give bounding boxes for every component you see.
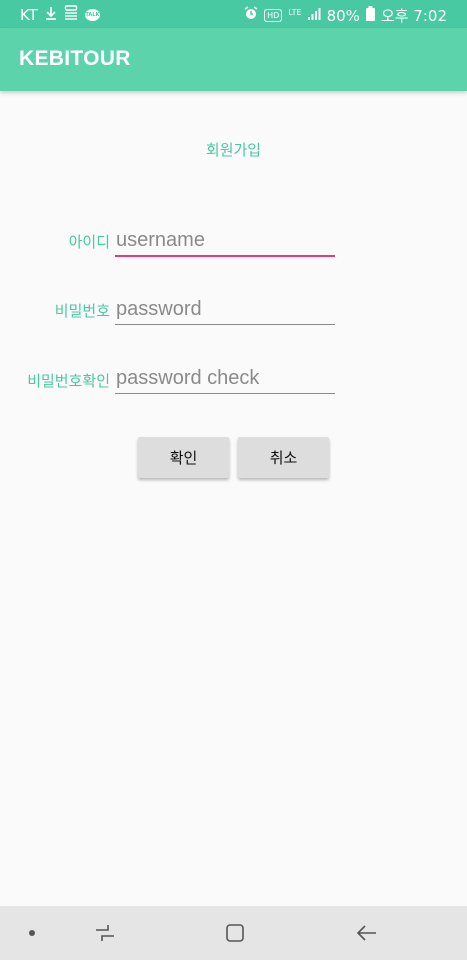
battery-percent: 80% bbox=[326, 6, 360, 25]
carrier-label: KT bbox=[20, 6, 38, 24]
alarm-icon bbox=[244, 6, 258, 25]
recent-apps-icon[interactable] bbox=[80, 906, 130, 960]
password-input[interactable] bbox=[115, 294, 335, 325]
username-input[interactable] bbox=[115, 225, 335, 257]
notification-stack-icon bbox=[64, 5, 78, 25]
home-icon[interactable] bbox=[210, 906, 260, 960]
back-icon[interactable] bbox=[342, 906, 392, 960]
talk-badge-label: TALK bbox=[85, 12, 100, 18]
app-title: KEBITOUR bbox=[19, 47, 131, 70]
clock: 오후 7:02 bbox=[380, 7, 447, 25]
network-label: LTE bbox=[288, 8, 302, 17]
signal-icon bbox=[307, 7, 321, 25]
battery-icon bbox=[365, 5, 375, 26]
password-label: 비밀번호 bbox=[54, 302, 110, 320]
app-bar: KEBITOUR bbox=[0, 28, 467, 91]
dot-icon[interactable] bbox=[22, 906, 42, 960]
page-title: 회원가입 bbox=[205, 141, 262, 159]
hd-voice-icon: HD bbox=[264, 9, 283, 22]
confirm-button[interactable]: 확인 bbox=[138, 437, 229, 478]
username-label: 아이디 bbox=[68, 233, 110, 251]
download-icon bbox=[45, 6, 57, 25]
status-left: KT TALK bbox=[20, 5, 100, 25]
password-check-label: 비밀번호확인 bbox=[27, 372, 110, 390]
hd-badge-label: HD bbox=[267, 11, 280, 20]
status-right: HD LTE 80% 오후 7:02 bbox=[244, 5, 447, 26]
password-check-input[interactable] bbox=[115, 363, 335, 394]
cancel-button[interactable]: 취소 bbox=[238, 437, 329, 478]
lte-icon: LTE bbox=[288, 8, 301, 17]
navigation-bar bbox=[0, 906, 467, 960]
kakaotalk-icon: TALK bbox=[84, 9, 100, 21]
status-bar: KT TALK HD LTE 80% 오후 7:02 bbox=[0, 0, 467, 28]
